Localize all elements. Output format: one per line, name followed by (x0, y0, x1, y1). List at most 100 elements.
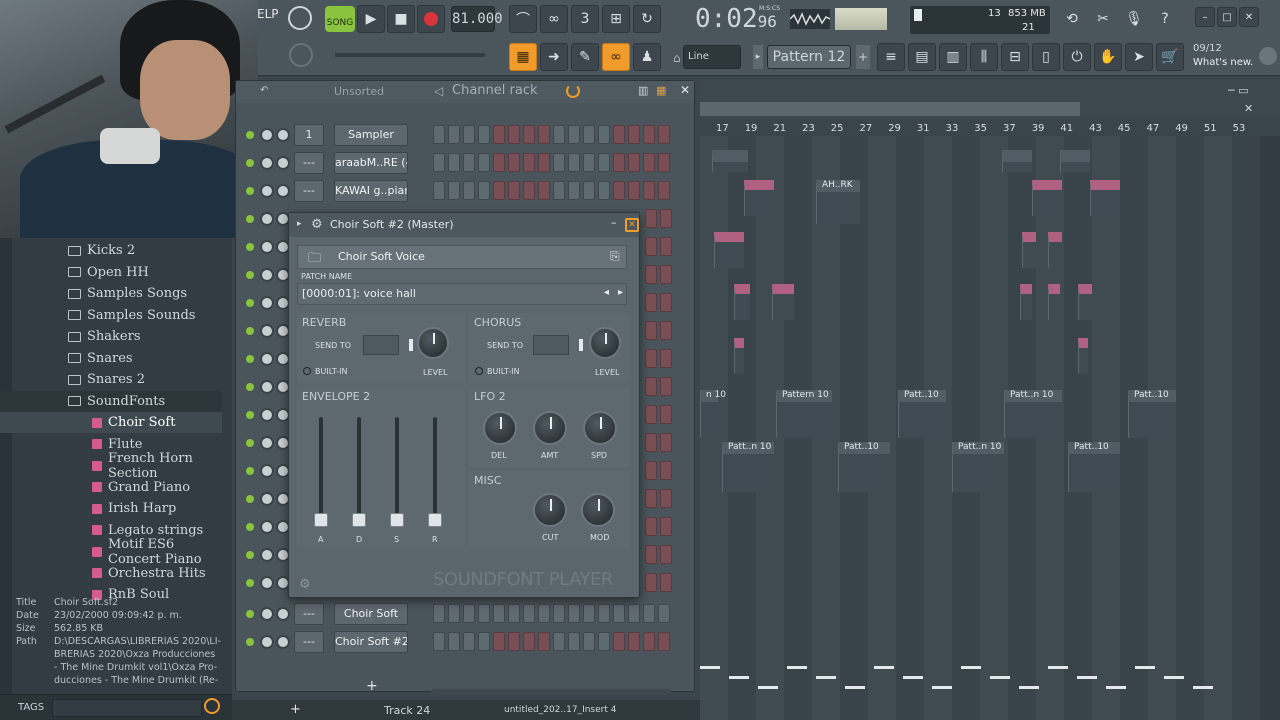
channel-mute-led[interactable] (246, 383, 254, 391)
channel-rack-titlebar[interactable]: ↶ Unsorted ◁ Channel rack ▥ ▦ ✕ (236, 81, 694, 103)
channel-volume-knob[interactable] (260, 576, 274, 590)
channel-mute-led[interactable] (246, 355, 254, 363)
step-button[interactable] (658, 153, 670, 172)
channel-mute-led[interactable] (246, 299, 254, 307)
fader-r-handle[interactable] (428, 513, 442, 527)
channel-mixer-track[interactable]: 1 (294, 124, 324, 146)
step-button[interactable] (660, 489, 672, 508)
step-button[interactable] (553, 604, 565, 623)
reverb-level-knob[interactable] (417, 327, 449, 359)
step-button[interactable] (660, 573, 672, 592)
browser-item[interactable]: Grand Piano (0, 477, 222, 498)
step-button[interactable] (660, 265, 672, 284)
playlist-scrollbar-vertical[interactable] (1260, 136, 1280, 720)
playlist-clip[interactable] (734, 338, 744, 374)
touch-keyboard-icon[interactable]: ✋ (1094, 43, 1122, 71)
step-button[interactable] (660, 209, 672, 228)
step-button[interactable] (553, 153, 565, 172)
step-button[interactable] (508, 604, 520, 623)
browser-item[interactable]: Orchestra Hits (0, 563, 222, 584)
step-button[interactable] (538, 604, 550, 623)
step-button[interactable] (493, 181, 505, 200)
arrow-right-icon[interactable]: ➜ (540, 43, 568, 71)
plugin-settings-icon[interactable]: ⚙ (311, 217, 323, 232)
fader-track[interactable] (395, 417, 399, 527)
channel-row[interactable]: --- araabM..RE (42) (236, 150, 696, 178)
step-button[interactable] (598, 604, 610, 623)
step-button[interactable] (448, 125, 460, 144)
channel-mute-led[interactable] (246, 411, 254, 419)
step-button[interactable] (448, 604, 460, 623)
tempo-display[interactable]: 81.000 (451, 6, 503, 32)
step-button[interactable] (583, 181, 595, 200)
channel-pan-knob[interactable] (276, 607, 290, 621)
channel-volume-knob[interactable] (260, 408, 274, 422)
misc-mod-knob[interactable] (581, 493, 615, 527)
lfo-spd-knob[interactable] (583, 411, 617, 445)
playlist-clip[interactable] (1002, 150, 1032, 172)
step-button[interactable] (538, 153, 550, 172)
step-button[interactable] (478, 632, 490, 651)
step-button[interactable] (598, 181, 610, 200)
playlist-close-icon[interactable]: ✕ (1244, 102, 1253, 115)
step-button[interactable] (645, 405, 657, 424)
channel-volume-knob[interactable] (260, 548, 274, 562)
step-button[interactable] (463, 125, 475, 144)
chorus-send-display[interactable] (533, 335, 569, 355)
step-button[interactable] (613, 181, 625, 200)
playlist-clip[interactable] (714, 232, 744, 268)
step-button[interactable] (463, 153, 475, 172)
add-channel-button[interactable]: + (366, 678, 378, 694)
browser-item[interactable]: Samples Songs (0, 283, 222, 304)
step-button[interactable] (658, 125, 670, 144)
step-button[interactable] (478, 604, 490, 623)
channel-volume-knob[interactable] (260, 128, 274, 142)
expand-arrow-icon[interactable]: ▸ (297, 219, 302, 229)
step-button[interactable] (523, 632, 535, 651)
step-button[interactable] (645, 377, 657, 396)
add-track-icon[interactable]: + (290, 702, 301, 717)
step-button[interactable] (645, 237, 657, 256)
channel-volume-knob[interactable] (260, 635, 274, 649)
misc-cut-knob[interactable] (533, 493, 567, 527)
step-button[interactable] (538, 125, 550, 144)
step-button[interactable] (568, 604, 580, 623)
online-news-icon[interactable] (1259, 47, 1277, 65)
step-button[interactable] (645, 349, 657, 368)
step-button[interactable] (660, 461, 672, 480)
channel-mute-led[interactable] (246, 638, 254, 646)
step-button[interactable] (433, 125, 445, 144)
browser-item[interactable]: Shakers (0, 326, 222, 347)
channel-name-button[interactable]: Choir Soft #2 (334, 631, 408, 653)
snap-mode-select[interactable]: Line (683, 45, 741, 69)
step-button[interactable] (478, 153, 490, 172)
channel-mute-led[interactable] (246, 215, 254, 223)
step-button[interactable] (463, 632, 475, 651)
channel-mute-led[interactable] (246, 187, 254, 195)
step-button[interactable] (448, 632, 460, 651)
close-window-icon[interactable]: ✕ (1239, 7, 1259, 27)
song-position-slider[interactable] (335, 53, 485, 57)
playlist-clip[interactable] (734, 284, 750, 320)
step-button[interactable] (448, 181, 460, 200)
help-label[interactable]: ELP (257, 7, 279, 31)
playlist-clip[interactable] (712, 150, 748, 172)
playlist-clip[interactable] (1078, 338, 1088, 374)
step-button[interactable] (523, 604, 535, 623)
step-button[interactable] (628, 604, 640, 623)
step-button[interactable] (568, 632, 580, 651)
plugin-picker-icon[interactable]: ⏻ (1063, 43, 1091, 71)
metronome-icon[interactable]: ⌒ (509, 5, 537, 33)
wait-input-icon[interactable]: ∞ (540, 5, 568, 33)
step-button[interactable] (645, 293, 657, 312)
step-button[interactable] (598, 153, 610, 172)
step-button[interactable] (463, 181, 475, 200)
playlist-scrollbar-horizontal[interactable] (700, 102, 1080, 116)
playlist-clip[interactable] (1032, 180, 1062, 216)
channel-volume-knob[interactable] (260, 296, 274, 310)
step-button[interactable] (613, 604, 625, 623)
browser-item[interactable]: Motif ES6 Concert Piano (0, 537, 222, 567)
fader-track[interactable] (433, 417, 437, 527)
step-button[interactable] (478, 125, 490, 144)
news-link[interactable]: What's new. (1193, 57, 1253, 68)
